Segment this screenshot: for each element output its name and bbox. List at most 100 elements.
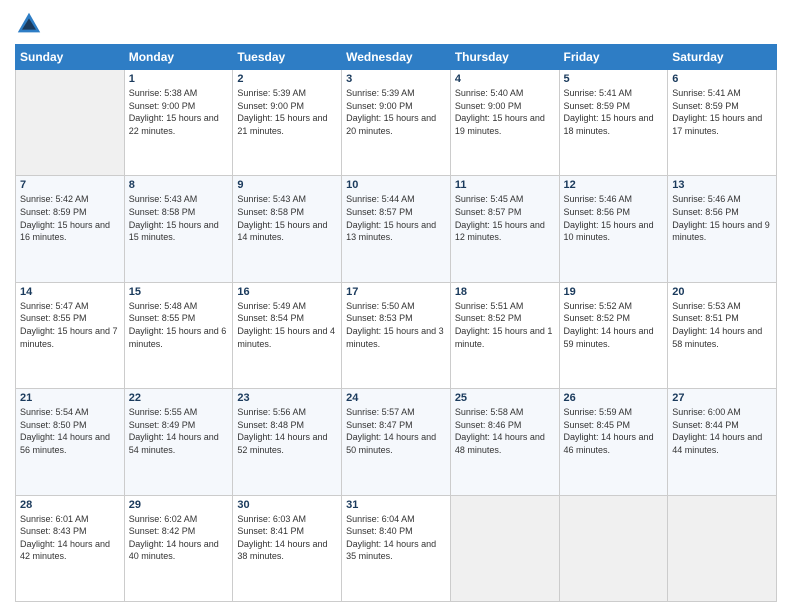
day-number: 25	[455, 392, 555, 404]
calendar-cell: 22Sunrise: 5:55 AMSunset: 8:49 PMDayligh…	[124, 389, 233, 495]
day-info: Sunrise: 5:53 AMSunset: 8:51 PMDaylight:…	[672, 300, 772, 350]
weekday-header-monday: Monday	[124, 45, 233, 70]
week-row-4: 21 Sunrise: 5:54 AMSunset: 8:50 PMDayligh…	[16, 389, 777, 495]
day-number: 13	[672, 179, 772, 191]
day-info: Sunrise: 5:45 AMSunset: 8:57 PMDaylight:…	[455, 193, 555, 243]
calendar-cell: 1 Sunrise: 5:38 AMSunset: 9:00 PMDaylight…	[124, 70, 233, 176]
day-number: 24	[346, 392, 446, 404]
calendar-cell: 29 Sunrise: 6:02 AMSunset: 8:42 PMDayligh…	[124, 495, 233, 601]
calendar-cell: 25 Sunrise: 5:58 AMSunset: 8:46 PMDayligh…	[450, 389, 559, 495]
weekday-header-wednesday: Wednesday	[342, 45, 451, 70]
calendar-cell: 8Sunrise: 5:43 AMSunset: 8:58 PMDaylight…	[124, 176, 233, 282]
day-info: Sunrise: 5:48 AMSunset: 8:55 PMDaylight:…	[129, 300, 229, 350]
calendar-cell: 10Sunrise: 5:44 AMSunset: 8:57 PMDayligh…	[342, 176, 451, 282]
day-number: 2	[237, 73, 337, 85]
day-info: Sunrise: 5:38 AMSunset: 9:00 PMDaylight:…	[129, 87, 229, 137]
calendar-table: SundayMondayTuesdayWednesdayThursdayFrid…	[15, 44, 777, 602]
day-number: 23	[237, 392, 337, 404]
page-header	[15, 10, 777, 38]
day-number: 19	[564, 286, 664, 298]
calendar-cell: 18Sunrise: 5:51 AMSunset: 8:52 PMDayligh…	[450, 282, 559, 388]
day-number: 15	[129, 286, 229, 298]
day-number: 8	[129, 179, 229, 191]
day-info: Sunrise: 5:52 AMSunset: 8:52 PMDaylight:…	[564, 300, 664, 350]
weekday-header-sunday: Sunday	[16, 45, 125, 70]
day-info: Sunrise: 5:46 AMSunset: 8:56 PMDaylight:…	[672, 193, 772, 243]
calendar-cell: 6 Sunrise: 5:41 AMSunset: 8:59 PMDaylight…	[668, 70, 777, 176]
calendar-cell: 20 Sunrise: 5:53 AMSunset: 8:51 PMDayligh…	[668, 282, 777, 388]
weekday-header-saturday: Saturday	[668, 45, 777, 70]
day-info: Sunrise: 5:41 AMSunset: 8:59 PMDaylight:…	[564, 87, 664, 137]
day-number: 29	[129, 499, 229, 511]
day-info: Sunrise: 5:46 AMSunset: 8:56 PMDaylight:…	[564, 193, 664, 243]
day-number: 27	[672, 392, 772, 404]
calendar-cell: 17Sunrise: 5:50 AMSunset: 8:53 PMDayligh…	[342, 282, 451, 388]
day-info: Sunrise: 5:44 AMSunset: 8:57 PMDaylight:…	[346, 193, 446, 243]
weekday-header-tuesday: Tuesday	[233, 45, 342, 70]
calendar-cell: 24 Sunrise: 5:57 AMSunset: 8:47 PMDayligh…	[342, 389, 451, 495]
day-number: 26	[564, 392, 664, 404]
logo-icon	[15, 10, 43, 38]
calendar-cell: 30 Sunrise: 6:03 AMSunset: 8:41 PMDayligh…	[233, 495, 342, 601]
calendar-cell: 27 Sunrise: 6:00 AMSunset: 8:44 PMDayligh…	[668, 389, 777, 495]
calendar-cell	[16, 70, 125, 176]
day-info: Sunrise: 5:58 AMSunset: 8:46 PMDaylight:…	[455, 406, 555, 456]
day-number: 20	[672, 286, 772, 298]
day-number: 31	[346, 499, 446, 511]
calendar-cell	[668, 495, 777, 601]
day-info: Sunrise: 5:54 AMSunset: 8:50 PMDaylight:…	[20, 406, 120, 456]
calendar-cell: 7 Sunrise: 5:42 AMSunset: 8:59 PMDaylight…	[16, 176, 125, 282]
day-number: 14	[20, 286, 120, 298]
weekday-header-row: SundayMondayTuesdayWednesdayThursdayFrid…	[16, 45, 777, 70]
day-number: 5	[564, 73, 664, 85]
day-number: 7	[20, 179, 120, 191]
week-row-3: 14 Sunrise: 5:47 AMSunset: 8:55 PMDayligh…	[16, 282, 777, 388]
calendar-cell: 12Sunrise: 5:46 AMSunset: 8:56 PMDayligh…	[559, 176, 668, 282]
calendar-cell: 2 Sunrise: 5:39 AMSunset: 9:00 PMDaylight…	[233, 70, 342, 176]
day-number: 21	[20, 392, 120, 404]
day-info: Sunrise: 5:42 AMSunset: 8:59 PMDaylight:…	[20, 193, 120, 243]
calendar-page: SundayMondayTuesdayWednesdayThursdayFrid…	[0, 0, 792, 612]
day-number: 30	[237, 499, 337, 511]
logo	[15, 10, 47, 38]
calendar-cell: 26 Sunrise: 5:59 AMSunset: 8:45 PMDayligh…	[559, 389, 668, 495]
day-info: Sunrise: 5:51 AMSunset: 8:52 PMDaylight:…	[455, 300, 555, 350]
day-info: Sunrise: 6:03 AMSunset: 8:41 PMDaylight:…	[237, 513, 337, 563]
day-info: Sunrise: 5:40 AMSunset: 9:00 PMDaylight:…	[455, 87, 555, 137]
weekday-header-friday: Friday	[559, 45, 668, 70]
day-info: Sunrise: 5:55 AMSunset: 8:49 PMDaylight:…	[129, 406, 229, 456]
day-info: Sunrise: 6:01 AMSunset: 8:43 PMDaylight:…	[20, 513, 120, 563]
day-info: Sunrise: 5:39 AMSunset: 9:00 PMDaylight:…	[237, 87, 337, 137]
calendar-cell: 11 Sunrise: 5:45 AMSunset: 8:57 PMDayligh…	[450, 176, 559, 282]
calendar-cell: 19 Sunrise: 5:52 AMSunset: 8:52 PMDayligh…	[559, 282, 668, 388]
day-info: Sunrise: 6:02 AMSunset: 8:42 PMDaylight:…	[129, 513, 229, 563]
calendar-cell: 21 Sunrise: 5:54 AMSunset: 8:50 PMDayligh…	[16, 389, 125, 495]
calendar-cell	[559, 495, 668, 601]
day-info: Sunrise: 5:41 AMSunset: 8:59 PMDaylight:…	[672, 87, 772, 137]
day-info: Sunrise: 5:49 AMSunset: 8:54 PMDaylight:…	[237, 300, 337, 350]
day-number: 1	[129, 73, 229, 85]
week-row-5: 28Sunrise: 6:01 AMSunset: 8:43 PMDayligh…	[16, 495, 777, 601]
day-info: Sunrise: 5:47 AMSunset: 8:55 PMDaylight:…	[20, 300, 120, 350]
day-info: Sunrise: 5:56 AMSunset: 8:48 PMDaylight:…	[237, 406, 337, 456]
day-number: 6	[672, 73, 772, 85]
week-row-2: 7 Sunrise: 5:42 AMSunset: 8:59 PMDaylight…	[16, 176, 777, 282]
weekday-header-thursday: Thursday	[450, 45, 559, 70]
day-number: 3	[346, 73, 446, 85]
week-row-1: 1 Sunrise: 5:38 AMSunset: 9:00 PMDaylight…	[16, 70, 777, 176]
day-info: Sunrise: 5:43 AMSunset: 8:58 PMDaylight:…	[237, 193, 337, 243]
day-number: 11	[455, 179, 555, 191]
day-info: Sunrise: 6:00 AMSunset: 8:44 PMDaylight:…	[672, 406, 772, 456]
calendar-cell: 31Sunrise: 6:04 AMSunset: 8:40 PMDayligh…	[342, 495, 451, 601]
day-info: Sunrise: 5:39 AMSunset: 9:00 PMDaylight:…	[346, 87, 446, 137]
day-info: Sunrise: 5:57 AMSunset: 8:47 PMDaylight:…	[346, 406, 446, 456]
day-number: 9	[237, 179, 337, 191]
day-info: Sunrise: 5:59 AMSunset: 8:45 PMDaylight:…	[564, 406, 664, 456]
day-number: 16	[237, 286, 337, 298]
day-number: 17	[346, 286, 446, 298]
calendar-cell: 16 Sunrise: 5:49 AMSunset: 8:54 PMDayligh…	[233, 282, 342, 388]
calendar-cell: 3 Sunrise: 5:39 AMSunset: 9:00 PMDaylight…	[342, 70, 451, 176]
calendar-cell	[450, 495, 559, 601]
calendar-cell: 23 Sunrise: 5:56 AMSunset: 8:48 PMDayligh…	[233, 389, 342, 495]
calendar-cell: 15 Sunrise: 5:48 AMSunset: 8:55 PMDayligh…	[124, 282, 233, 388]
